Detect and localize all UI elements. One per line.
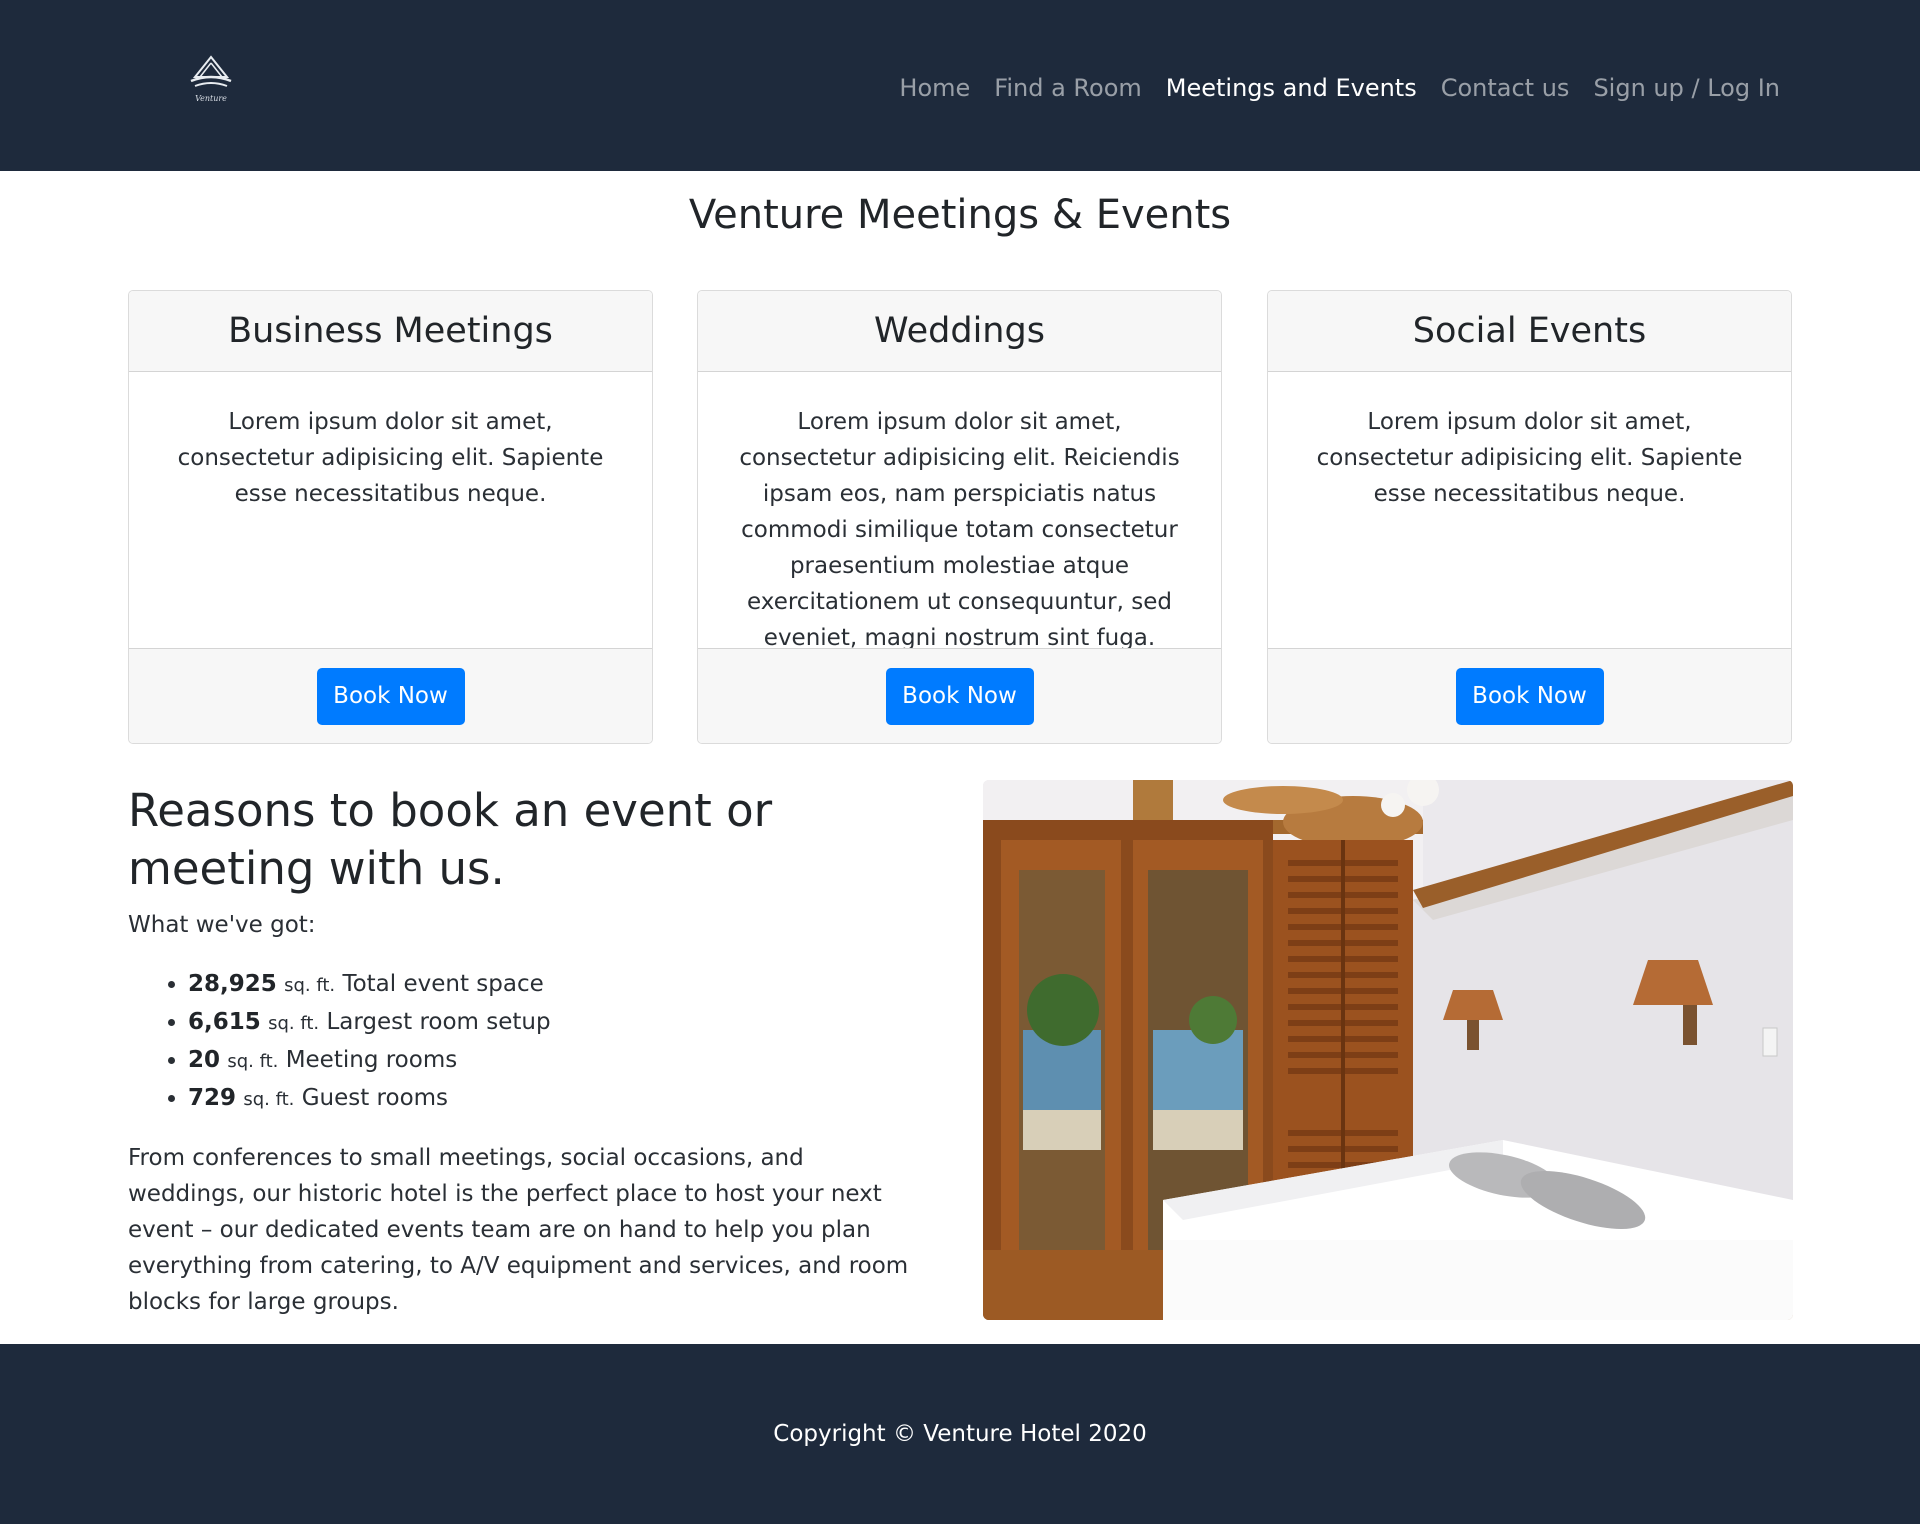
- stat-label: Guest rooms: [301, 1085, 449, 1111]
- list-item: 20 sq. ft. Meeting rooms: [188, 1042, 928, 1080]
- reasons-intro: What we've got:: [128, 912, 316, 938]
- stat-label: Largest room setup: [326, 1009, 551, 1035]
- hotel-room-illustration: [983, 780, 1793, 1320]
- main-nav: Home Find a Room Meetings and Events Con…: [899, 70, 1780, 106]
- stat-label: Total event space: [342, 971, 544, 997]
- site-footer: Copyright © Venture Hotel 2020: [0, 1344, 1920, 1524]
- card-footer: Book Now: [129, 648, 652, 743]
- nav-find-a-room[interactable]: Find a Room: [994, 74, 1141, 102]
- card-business-meetings: Business Meetings Lorem ipsum dolor sit …: [128, 290, 653, 744]
- book-now-button[interactable]: Book Now: [885, 667, 1034, 725]
- venture-logo[interactable]: Venture: [185, 55, 237, 111]
- stat-unit: sq. ft.: [243, 1089, 295, 1110]
- card-title: Business Meetings: [129, 291, 652, 372]
- top-navbar: Venture Home Find a Room Meetings and Ev…: [0, 0, 1920, 171]
- stats-list: 28,925 sq. ft. Total event space 6,615 s…: [128, 966, 928, 1118]
- reasons-description: From conferences to small meetings, soci…: [128, 1145, 909, 1315]
- card-text: Lorem ipsum dolor sit amet, consectetur …: [177, 409, 604, 507]
- stat-unit: sq. ft.: [268, 1013, 320, 1034]
- card-text: Lorem ipsum dolor sit amet, consectetur …: [739, 409, 1180, 651]
- card-footer: Book Now: [698, 648, 1221, 743]
- stat-value: 729: [188, 1085, 237, 1111]
- card-text: Lorem ipsum dolor sit amet, consectetur …: [1316, 409, 1743, 507]
- stat-unit: sq. ft.: [227, 1051, 279, 1072]
- card-weddings: Weddings Lorem ipsum dolor sit amet, con…: [697, 290, 1222, 744]
- book-now-button[interactable]: Book Now: [316, 667, 465, 725]
- logo-wordmark: Venture: [195, 94, 227, 103]
- nav-meetings-and-events[interactable]: Meetings and Events: [1166, 74, 1417, 102]
- card-title: Social Events: [1268, 291, 1791, 372]
- nav-sign-up-log-in[interactable]: Sign up / Log In: [1593, 74, 1780, 102]
- book-now-button[interactable]: Book Now: [1455, 667, 1604, 725]
- stat-value: 28,925: [188, 971, 277, 997]
- card-footer: Book Now: [1268, 648, 1791, 743]
- list-item: 6,615 sq. ft. Largest room setup: [188, 1004, 928, 1042]
- copyright-text: Copyright © Venture Hotel 2020: [773, 1421, 1147, 1447]
- page-title: Venture Meetings & Events: [688, 192, 1232, 238]
- nav-home[interactable]: Home: [899, 74, 970, 102]
- list-item: 729 sq. ft. Guest rooms: [188, 1080, 928, 1118]
- venture-logo-icon: [190, 55, 232, 87]
- nav-contact-us[interactable]: Contact us: [1441, 74, 1570, 102]
- stat-value: 6,615: [188, 1009, 261, 1035]
- hotel-room-photo: [983, 780, 1793, 1320]
- stat-label: Meeting rooms: [285, 1047, 458, 1073]
- list-item: 28,925 sq. ft. Total event space: [188, 966, 928, 1004]
- reasons-heading: Reasons to book an event or meeting with…: [128, 784, 773, 895]
- card-social-events: Social Events Lorem ipsum dolor sit amet…: [1267, 290, 1792, 744]
- stat-value: 20: [188, 1047, 221, 1073]
- card-title: Weddings: [698, 291, 1221, 372]
- stat-unit: sq. ft.: [284, 975, 336, 996]
- reasons-section: Reasons to book an event or meeting with…: [128, 782, 928, 1320]
